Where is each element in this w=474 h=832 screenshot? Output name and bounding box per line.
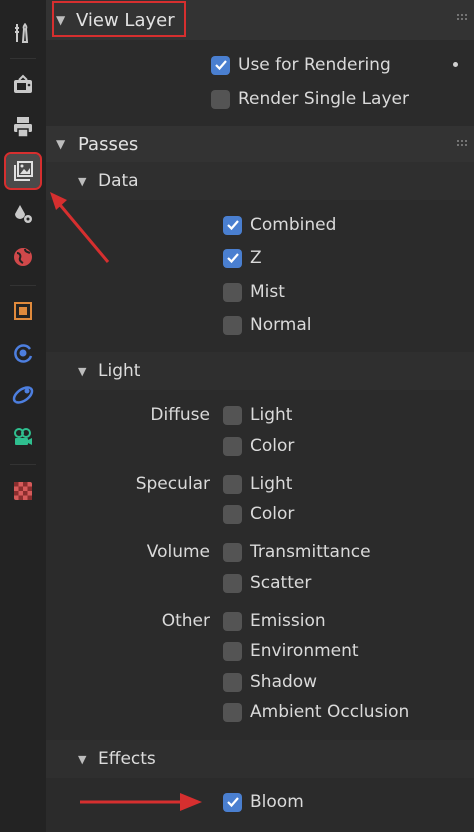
collapse-triangle-icon: ▼	[56, 137, 66, 151]
annotation-arrow-icon	[80, 793, 202, 811]
properties-tab-bar	[0, 0, 47, 832]
diffuse-label: Diffuse	[150, 405, 210, 425]
volume-scatter-checkbox[interactable]: Scatter	[223, 570, 311, 596]
physics-icon	[11, 341, 35, 365]
diffuse-light-checkbox[interactable]: Light	[223, 402, 292, 428]
output-icon	[11, 115, 35, 139]
passes-panel-header[interactable]: ▼ Passes	[46, 126, 474, 162]
tab-scene[interactable]	[6, 197, 40, 231]
diffuse-color-checkbox[interactable]: Color	[223, 433, 294, 459]
collapse-triangle-icon: ▼	[78, 752, 87, 766]
tool-icon	[11, 21, 35, 45]
properties-panel: ▼ View Layer Use for Rendering Render Si…	[46, 0, 474, 832]
view-layer-panel-header[interactable]: ▼ View Layer	[46, 0, 474, 40]
light-subpanel-header[interactable]: ▼ Light	[46, 352, 474, 390]
effects-subpanel-header[interactable]: ▼ Effects	[46, 740, 474, 778]
tab-tool[interactable]	[6, 16, 40, 50]
volume-label: Volume	[146, 542, 210, 562]
mist-checkbox[interactable]: Mist	[223, 279, 285, 305]
combined-checkbox[interactable]: Combined	[223, 212, 336, 238]
emission-checkbox[interactable]: Emission	[223, 608, 326, 634]
specular-light-checkbox[interactable]: Light	[223, 471, 292, 497]
texture-icon	[11, 479, 35, 503]
bloom-checkbox[interactable]: Bloom	[223, 789, 304, 815]
tab-constraint[interactable]	[6, 378, 40, 412]
specular-color-checkbox[interactable]: Color	[223, 501, 294, 527]
tab-object[interactable]	[6, 294, 40, 328]
shadow-checkbox[interactable]: Shadow	[223, 669, 317, 695]
drag-handle-icon[interactable]	[456, 139, 468, 147]
tab-world[interactable]	[6, 240, 40, 274]
normal-checkbox[interactable]: Normal	[223, 312, 312, 338]
drag-handle-icon[interactable]	[456, 13, 468, 21]
render-single-layer-checkbox[interactable]: Render Single Layer	[211, 86, 409, 112]
z-checkbox[interactable]: Z	[223, 245, 262, 271]
highlight-box	[52, 1, 186, 37]
object-data-camera-icon	[11, 425, 35, 449]
other-label: Other	[161, 611, 210, 631]
environment-checkbox[interactable]: Environment	[223, 638, 359, 664]
animate-property-dot-icon[interactable]	[453, 62, 458, 67]
tab-physics[interactable]	[6, 336, 40, 370]
tab-view-layer[interactable]	[4, 152, 42, 190]
tab-object-data[interactable]	[6, 420, 40, 454]
specular-label: Specular	[135, 474, 210, 494]
checkbox-checked-icon	[211, 55, 230, 75]
volume-transmittance-checkbox[interactable]: Transmittance	[223, 539, 371, 565]
render-icon	[11, 73, 35, 97]
scene-icon	[11, 202, 35, 226]
tab-render[interactable]	[6, 68, 40, 102]
object-icon	[11, 299, 35, 323]
collapse-triangle-icon: ▼	[78, 364, 87, 378]
view-layer-icon	[11, 159, 35, 183]
tab-texture[interactable]	[6, 474, 40, 508]
use-for-rendering-checkbox[interactable]: Use for Rendering	[211, 52, 391, 78]
constraint-icon	[11, 383, 35, 407]
world-icon	[11, 245, 35, 269]
tab-output[interactable]	[6, 110, 40, 144]
ambient-occlusion-checkbox[interactable]: Ambient Occlusion	[223, 699, 409, 725]
annotation-arrow-icon	[50, 192, 110, 263]
